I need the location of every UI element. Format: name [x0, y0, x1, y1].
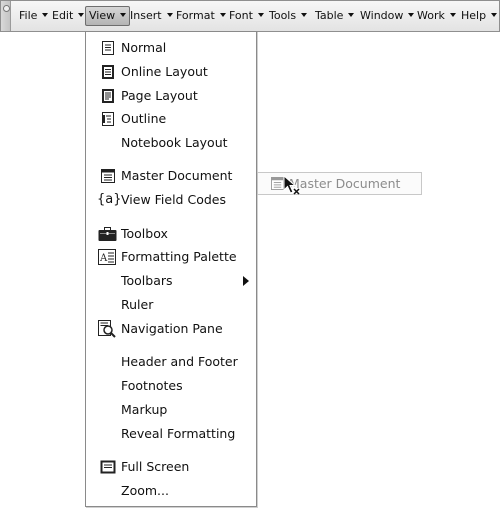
menu-help[interactable]: Help	[458, 6, 500, 26]
formatting-palette-icon: A	[98, 249, 116, 265]
full-screen-icon	[100, 460, 116, 474]
normal-view-icon	[102, 41, 114, 55]
toolbox-icon	[98, 227, 117, 241]
ghost-label: Master Document	[289, 176, 401, 191]
menu-item-page-layout[interactable]: Page Layout	[86, 85, 256, 107]
menu-item-zoom[interactable]: Zoom...	[86, 480, 256, 502]
menu-item-formatting-palette[interactable]: A Formatting Palette	[86, 246, 256, 268]
online-layout-icon	[102, 65, 114, 79]
menu-arrow-icon	[491, 13, 498, 17]
arrow-cursor-icon	[283, 175, 300, 195]
menu-arrow-icon	[120, 13, 127, 17]
menubar-grip-handle[interactable]	[1, 1, 11, 31]
menu-item-normal[interactable]: Normal	[86, 37, 256, 59]
menu-arrow-icon	[219, 13, 226, 17]
menu-item-header-and-footer[interactable]: Header and Footer	[86, 351, 256, 373]
menu-item-label: Formatting Palette	[121, 249, 237, 264]
menu-arrow-icon	[301, 13, 308, 17]
menu-font[interactable]: Font	[226, 6, 267, 26]
menu-item-label: Navigation Pane	[121, 321, 223, 336]
menu-arrow-icon	[42, 13, 49, 17]
menu-item-label: View Field Codes	[121, 192, 226, 207]
menu-insert[interactable]: Insert	[127, 6, 176, 26]
menu-item-label: Footnotes	[121, 378, 183, 393]
menu-edit[interactable]: Edit	[49, 6, 87, 26]
menu-item-footnotes[interactable]: Footnotes	[86, 375, 256, 397]
page-layout-icon	[102, 89, 114, 103]
menu-item-reveal-formatting[interactable]: Reveal Formatting	[86, 423, 256, 445]
menu-file[interactable]: File	[16, 6, 51, 26]
outline-icon	[102, 112, 114, 126]
menu-item-label: Header and Footer	[121, 354, 238, 369]
menu-work[interactable]: Work	[414, 6, 459, 26]
menu-table[interactable]: Table	[312, 6, 357, 26]
field-codes-icon: {a}	[97, 192, 122, 207]
menu-item-label: Notebook Layout	[121, 135, 228, 150]
menu-arrow-icon	[78, 13, 85, 17]
menu-view[interactable]: View	[85, 6, 131, 26]
navigation-pane-icon	[98, 320, 116, 338]
menu-item-label: Toolbars	[121, 273, 173, 288]
menu-item-label: Markup	[121, 402, 168, 417]
menu-item-label: Normal	[121, 40, 167, 55]
menu-arrow-icon	[257, 13, 264, 17]
menu-bar: File Edit View Insert Format Font Tools …	[0, 0, 500, 32]
menu-item-outline[interactable]: Outline	[86, 108, 256, 130]
menu-item-full-screen[interactable]: Full Screen	[86, 456, 256, 478]
menu-item-label: Full Screen	[121, 459, 190, 474]
menu-format[interactable]: Format	[173, 6, 229, 26]
view-menu-dropdown: Normal Online Layout Page Layout Outline…	[85, 31, 257, 507]
menu-item-label: Page Layout	[121, 88, 198, 103]
menu-item-online-layout[interactable]: Online Layout	[86, 61, 256, 83]
dragged-menu-item-ghost[interactable]: Master Document	[257, 172, 422, 195]
menu-item-label: Outline	[121, 111, 167, 126]
menu-item-notebook-layout[interactable]: Notebook Layout	[86, 132, 256, 154]
menu-arrow-icon	[348, 13, 355, 17]
menu-item-label: Master Document	[121, 168, 233, 183]
submenu-arrow-icon	[243, 276, 249, 286]
svg-text:A: A	[99, 253, 108, 264]
grip-knob-icon	[3, 5, 10, 12]
menu-item-label: Toolbox	[121, 226, 168, 241]
menu-window[interactable]: Window	[357, 6, 417, 26]
menu-tools[interactable]: Tools	[266, 6, 310, 26]
master-document-icon	[101, 169, 115, 183]
menu-arrow-icon	[166, 13, 173, 17]
menu-item-markup[interactable]: Markup	[86, 399, 256, 421]
menu-item-label: Online Layout	[121, 64, 208, 79]
menu-item-label: Zoom...	[121, 483, 169, 498]
menu-item-label: Reveal Formatting	[121, 426, 236, 441]
menu-item-navigation-pane[interactable]: Navigation Pane	[86, 318, 256, 340]
menu-item-toolbox[interactable]: Toolbox	[86, 223, 256, 245]
menu-arrow-icon	[449, 13, 456, 17]
menu-item-master-document[interactable]: Master Document	[86, 165, 256, 187]
menu-item-label: Ruler	[121, 297, 154, 312]
menu-item-ruler[interactable]: Ruler	[86, 294, 256, 316]
menu-item-toolbars[interactable]: Toolbars	[86, 270, 256, 292]
menu-item-view-field-codes[interactable]: {a} View Field Codes	[86, 189, 256, 211]
